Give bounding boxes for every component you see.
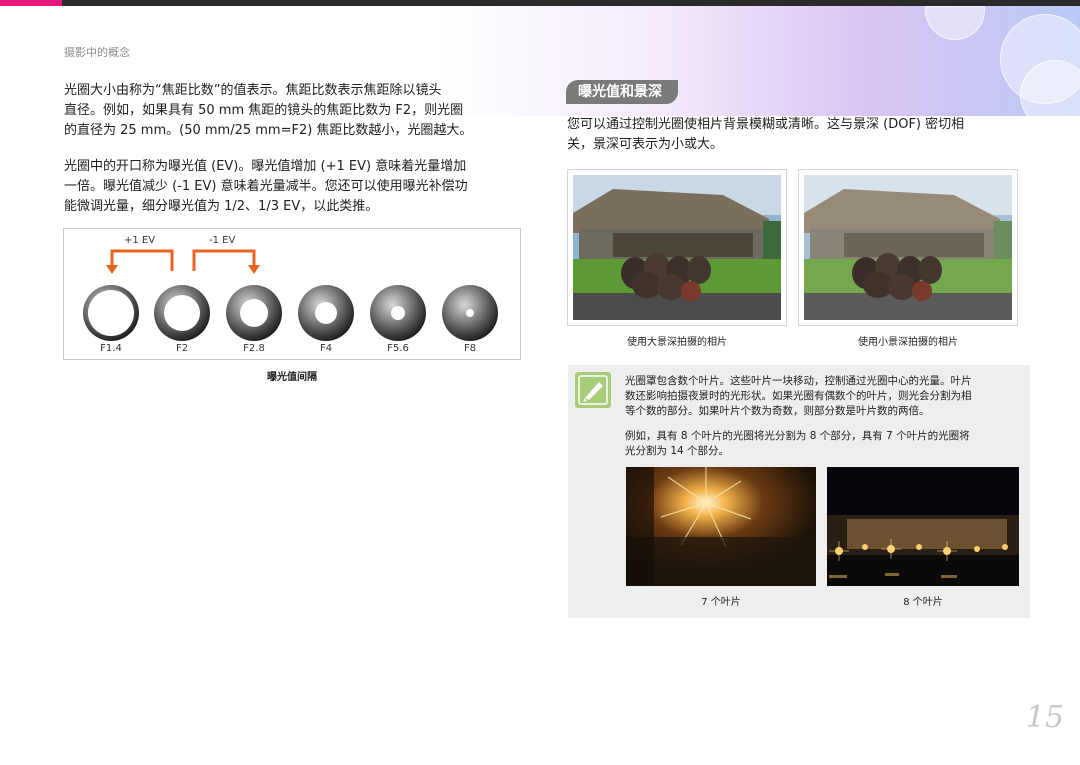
f-stop-label: F4 bbox=[319, 343, 333, 354]
dof-intro: 您可以通过控制光圈使相片背景模糊或清晰。这与景深 (DOF) 密切相 关，景深可… bbox=[567, 115, 964, 155]
aperture-ring-icon bbox=[370, 285, 426, 341]
aperture-ring-icon bbox=[154, 285, 210, 341]
aperture-ring-icon bbox=[226, 285, 282, 341]
ev-caption: 曝光值间隔 bbox=[267, 372, 317, 383]
text-line: 能微调光量，细分曝光值为 1/2、1/3 EV，以此类推。 bbox=[64, 199, 379, 214]
photo-large-dof bbox=[567, 169, 787, 326]
arrow-head-icon bbox=[106, 265, 118, 274]
f-stop-label: F1.4 bbox=[100, 343, 122, 354]
text-line: 直径。例如，如果具有 50 mm 焦距的镜头的焦距比数为 F2，则光圈 bbox=[64, 103, 464, 118]
pen-icon bbox=[575, 372, 611, 408]
f-stop-label: F8 bbox=[463, 343, 477, 354]
aperture-paragraph: 光圈大小由称为“焦距比数”的值表示。焦距比数表示焦距除以镜头 直径。例如，如果具… bbox=[64, 81, 472, 141]
text-line: 关，景深可表示为小或大。 bbox=[567, 137, 724, 152]
house-photo-image bbox=[573, 175, 781, 320]
text-line: 光圈中的开口称为曝光值 (EV)。曝光值增加 (+1 EV) 意味着光量增加 bbox=[64, 159, 467, 174]
arrow-head-icon bbox=[248, 265, 260, 274]
aperture-ring-icon bbox=[442, 285, 498, 341]
f-stop-label: F2 bbox=[175, 343, 189, 354]
text-line: 您可以通过控制光圈使相片背景模糊或清晰。这与景深 (DOF) 密切相 bbox=[567, 117, 965, 132]
text-line: 例如，具有 8 个叶片的光圈将光分割为 8 个部分，具有 7 个叶片的光圈将 bbox=[625, 430, 970, 442]
f-stop-label: F5.6 bbox=[387, 343, 409, 354]
text-line: 等个数的部分。如果叶片个数为奇数，则部分数是叶片数的两倍。 bbox=[625, 405, 930, 417]
section-title: 曝光值和景深 bbox=[566, 80, 678, 104]
text-line: 光圈罩包含数个叶片。这些叶片一块移动，控制通过光圈中心的光量。叶片 bbox=[625, 375, 972, 387]
photo-small-dof bbox=[798, 169, 1018, 326]
note-example: 例如，具有 8 个叶片的光圈将光分割为 8 个部分，具有 7 个叶片的光圈将 光… bbox=[625, 429, 970, 459]
arrow-icon bbox=[110, 249, 256, 271]
aperture-ring-icon bbox=[83, 285, 139, 341]
photo-caption: 使用小景深拍摄的相片 bbox=[858, 337, 958, 348]
ev-diagram: +1 EV -1 EV F1.4 F2 F2.8 F4 F5.6 F8 bbox=[63, 228, 521, 360]
text-line: 一倍。曝光值减少 (-1 EV) 意味着光量减半。您还可以使用曝光补偿功 bbox=[64, 179, 468, 194]
text-line: 光分割为 14 个部分。 bbox=[625, 445, 730, 457]
night-city-8-blade-image bbox=[827, 467, 1019, 586]
blade-caption: 8 个叶片 bbox=[903, 597, 943, 608]
photo-caption: 使用大景深拍摄的相片 bbox=[627, 337, 727, 348]
decor-bubble bbox=[1020, 60, 1080, 130]
text-line: 数还影响拍摄夜景时的光形状。如果光圈有偶数个的叶片，则光会分割为相 bbox=[625, 390, 972, 402]
note-paragraph: 光圈罩包含数个叶片。这些叶片一块移动，控制通过光圈中心的光量。叶片 数还影响拍摄… bbox=[625, 374, 972, 419]
ev-arrows bbox=[83, 249, 498, 341]
ev-paragraph: 光圈中的开口称为曝光值 (EV)。曝光值增加 (+1 EV) 意味着光量增加 一… bbox=[64, 157, 468, 217]
sunburst-7-blade-image bbox=[626, 467, 816, 586]
breadcrumb: 摄影中的概念 bbox=[64, 46, 130, 59]
page-number: 15 bbox=[1025, 700, 1064, 735]
text-line: 的直径为 25 mm。(50 mm/25 mm=F2) 焦距比数越小，光圈越大。 bbox=[64, 123, 473, 138]
aperture-ring-icon bbox=[298, 285, 354, 341]
f-stop-label: F2.8 bbox=[243, 343, 265, 354]
text-line: 光圈大小由称为“焦距比数”的值表示。焦距比数表示焦距除以镜头 bbox=[64, 83, 442, 98]
house-photo-blurred-image bbox=[804, 175, 1012, 320]
blade-caption: 7 个叶片 bbox=[701, 597, 741, 608]
